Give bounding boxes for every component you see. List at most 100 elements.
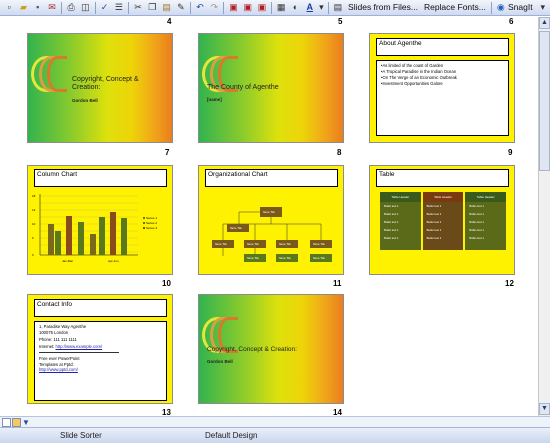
contact-internet-label: Internet: [39, 343, 55, 349]
cut-icon[interactable]: ✂ [132, 1, 144, 14]
table-cell: Bullet text 1 [426, 212, 442, 216]
slide-thumbnail-14[interactable]: Copyright, Concept & Creation: Gordon Be… [198, 294, 344, 404]
toolbar-separator [128, 1, 129, 14]
copy-icon[interactable]: ❐ [146, 1, 158, 14]
slide-title-box: Column Chart [34, 169, 167, 187]
table-cell: Bullet text 1 [426, 236, 442, 240]
org-chart-graphic: Name Title Name Title Name Title Name Ti… [212, 207, 332, 262]
table-column: Table Header Bullet text 1 Bullet text 1… [465, 192, 507, 250]
slide-number: 9 [508, 148, 513, 157]
slide-thumbnail-11[interactable]: Organizational Chart Name Title Name Tit… [198, 165, 344, 275]
table-cell: Bullet text 1 [426, 204, 442, 208]
org-box-label: Name Title [279, 257, 292, 260]
slide-show-icon[interactable]: ▼ [22, 418, 31, 427]
grayscale-icon[interactable]: ◐ [289, 1, 301, 14]
slide-number: 14 [333, 408, 342, 416]
print-icon[interactable]: ⎙ [65, 1, 77, 14]
snagit-button[interactable]: SnagIt [508, 1, 533, 14]
slide-thumbnail-12[interactable]: Table Table Header Bullet text 1 Bullet … [369, 165, 515, 275]
table-column: Table Header Bullet text 1 Bullet text 1… [380, 192, 421, 250]
org-box-label: Name Title [279, 243, 292, 246]
slide-number: 4 [167, 17, 172, 26]
slide-sorter-view-icon[interactable] [12, 418, 21, 427]
contact-divider [39, 352, 119, 353]
snagit-options-icon[interactable]: ▾ [537, 1, 549, 14]
table-cell: Bullet text 1 [469, 236, 484, 240]
slide-number: 5 [338, 17, 343, 26]
spelling-icon[interactable]: ✓ [98, 1, 110, 14]
view-buttons-bar: ▼ [0, 416, 550, 427]
y-tick: 6 [32, 236, 34, 240]
redo-icon[interactable]: ↷ [208, 1, 220, 14]
new-icon[interactable]: ▫ [3, 1, 15, 14]
x-label: Jan-Mar [62, 259, 73, 263]
slides-from-files-button[interactable]: Slides from Files... [348, 1, 418, 14]
scroll-down-icon[interactable]: ▼ [539, 403, 550, 415]
slide-number: 8 [337, 148, 342, 157]
show-formatting-icon[interactable]: ▦ [275, 1, 287, 14]
status-design-name: Default Design [205, 431, 258, 440]
new-slide-icon[interactable]: ▣ [256, 1, 268, 14]
toolbar-separator [190, 1, 191, 14]
slide-thumbnail-7[interactable]: Copyright, Concept & Creation: Gordon Be… [27, 33, 173, 143]
table-cell: Bullet text 1 [426, 220, 442, 224]
font-color-icon[interactable]: A [304, 1, 316, 14]
x-label: Apr-Jun [108, 259, 119, 263]
slide-transition-icon[interactable]: ▣ [227, 1, 239, 14]
research-icon[interactable]: ☰ [113, 1, 125, 14]
print-preview-icon[interactable]: ◫ [79, 1, 91, 14]
chart-legend: Series 1 Series 2 Series 3 [143, 216, 157, 230]
slide-title: About Agenthe [379, 40, 422, 47]
save-icon[interactable]: ▪ [32, 1, 44, 14]
normal-view-icon[interactable] [2, 418, 11, 427]
table-cell: Bullet text 1 [469, 228, 484, 232]
legend-entry: Series 3 [146, 226, 157, 230]
slide-title: Table [379, 171, 395, 178]
permission-icon[interactable]: ✉ [46, 1, 58, 14]
slide-sorter-pane: 4 5 6 Copyright, Concept & Creation: Gor… [0, 17, 538, 416]
y-tick: 14 [32, 208, 36, 212]
table-cell: Bullet text 1 [426, 228, 442, 232]
slide-body-box: 1, Paradise Way Agenthe 100075 London Ph… [34, 321, 167, 401]
org-box-label: Name Title [313, 257, 326, 260]
column-chart-graphic: 18 14 10 6 0 Jan-Mar Apr-Jun Series 1 Se… [32, 194, 157, 263]
slide-author: Gordon Bell [72, 98, 98, 103]
slide-thumbnail-13[interactable]: Contact Info 1, Paradise Way Agenthe 100… [27, 294, 173, 404]
slide-title-box: Contact Info [34, 299, 167, 317]
slide-title: The County of Agenthe [207, 84, 279, 91]
open-folder-icon[interactable]: ▰ [17, 1, 29, 14]
table-cell: Bullet text 1 [384, 220, 399, 224]
paste-icon[interactable]: ▤ [160, 1, 172, 14]
toolbar-separator [327, 1, 329, 14]
table-cell: Bullet text 1 [384, 228, 399, 232]
legend-entry: Series 1 [146, 216, 157, 220]
table-cell: Bullet text 1 [469, 212, 484, 216]
slide-number: 13 [162, 408, 171, 416]
y-tick: 0 [32, 253, 34, 257]
slide-thumbnail-9[interactable]: About Agenthe As limited of the coast of… [369, 33, 515, 143]
contact-address: 1, Paradise Way Agenthe 100075 London [39, 324, 87, 335]
slide-title: Copyright, Concept & Creation: [72, 76, 139, 91]
replace-fonts-button[interactable]: Replace Fonts... [424, 1, 486, 14]
slide-title-box: Table [376, 169, 509, 187]
vertical-scrollbar[interactable]: ▲ ▼ [538, 17, 550, 416]
toolbar-separator [61, 1, 62, 14]
undo-icon[interactable]: ↶ [194, 1, 206, 14]
org-box-label: Name Title [247, 243, 260, 246]
scroll-thumb[interactable] [539, 31, 550, 171]
slide-table: Table Header Bullet text 1 Bullet text 1… [380, 192, 507, 250]
slide-title: Column Chart [37, 171, 78, 178]
slides-from-files-icon: ▤ [333, 2, 343, 12]
slide-number: 7 [165, 148, 170, 157]
slide-thumbnail-10[interactable]: Column Chart 18 14 10 6 0 Jan-Mar Apr-Ju… [27, 165, 173, 275]
slide-title: Organizational Chart [208, 171, 268, 178]
slide-design-icon[interactable]: ▣ [242, 1, 254, 14]
scroll-up-icon[interactable]: ▲ [539, 17, 550, 29]
org-box-label: Name Title [230, 227, 243, 230]
slide-title: Copyright, Concept & Creation: [207, 346, 297, 353]
dropdown-arrow-icon[interactable]: ▾ [318, 1, 325, 14]
table-cell: Bullet text 1 [384, 204, 399, 208]
slide-thumbnail-8[interactable]: The County of Agenthe [name] [198, 33, 344, 143]
slide-author: Gordon Bell [207, 359, 233, 364]
format-painter-icon[interactable]: ✎ [175, 1, 187, 14]
